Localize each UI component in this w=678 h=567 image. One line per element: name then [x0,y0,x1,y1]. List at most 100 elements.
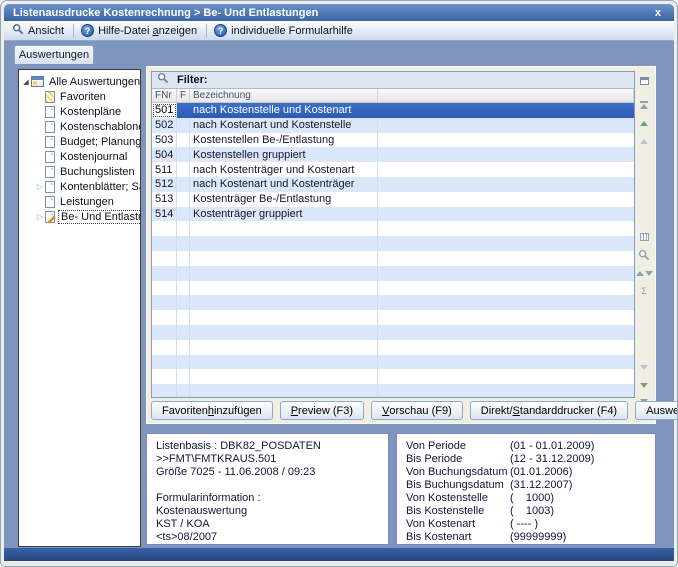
table-row[interactable]: 503Kostenstellen Be-/Entlastung [152,133,634,148]
cell-f [177,340,190,355]
tree-item-alle-auswertungen[interactable]: ◢Alle Auswertungen [21,74,138,89]
cell-bezeichnung [190,340,378,355]
table-row-empty[interactable] [152,310,634,325]
criteria-row: Bis Buchungsdatum(31.12.2007) [406,479,646,492]
criteria-row: Von Kostenart( ---- ) [406,518,646,531]
cell-bezeichnung [190,369,378,384]
cell-empty [378,207,634,222]
vorschau-f9-button[interactable]: Vorschau (F9) [371,401,463,420]
tab-auswertungen[interactable]: Auswertungen [14,45,94,64]
cell-f [177,355,190,370]
table-row-empty[interactable] [152,369,634,384]
column-header-bezeichnung[interactable]: Bezeichnung [190,89,378,102]
sum-icon[interactable]: Σ [638,285,651,297]
form-info-panel: Listenbasis : DBK82_POSDATEN>>FMT\FMTKRA… [146,433,389,545]
tree-item-favoriten[interactable]: Favoriten [21,89,138,104]
tree-item-kostenschablonen[interactable]: Kostenschablonen [21,119,138,134]
restore-window-icon[interactable] [638,75,651,87]
table-row-empty[interactable] [152,325,634,340]
cell-fnr: 512 [152,177,177,192]
auswertung-drucken-button[interactable]: Auswertung drucken [635,401,678,420]
toolbar-individuelle-formularhilfe[interactable]: ?individuelle Formularhilfe [210,23,359,38]
close-button[interactable]: x [651,7,665,19]
direkt-standarddrucker-f4-button[interactable]: Direkt/Standarddrucker (F4) [470,401,628,420]
cell-empty [378,310,634,325]
titlebar: Listenausdrucke Kostenrechnung > Be- Und… [4,4,674,21]
button-row: Favoriten hinzufügen Preview (F3) Vorschau… [151,401,678,420]
favoriten-hinzuf-gen-button[interactable]: Favoriten hinzufügen [151,401,273,420]
tree-expander-collapsed-icon[interactable]: ▷ [35,212,45,221]
scroll-top-icon[interactable] [638,99,651,111]
cell-empty [378,162,634,177]
criteria-label: Bis Kostenart [406,531,510,544]
selection-criteria-panel: Von Periode(01 - 01.01.2009)Bis Periode(… [396,433,656,545]
cell-empty [378,236,634,251]
criteria-label: Bis Buchungsdatum [406,479,510,492]
cell-empty [378,133,634,148]
table-row-empty[interactable] [152,340,634,355]
cell-f [177,325,190,340]
tree-item-kostenpl-ne[interactable]: Kostenpläne [21,104,138,119]
table-row-empty[interactable] [152,236,634,251]
column-header-f[interactable]: F [177,89,190,102]
table-body: 501nach Kostenstelle und Kostenart502nac… [152,103,634,398]
tree-expander-expanded-icon[interactable]: ◢ [21,78,31,86]
table-row-empty[interactable] [152,221,634,236]
table-row-empty[interactable] [152,384,634,398]
tree-item-budget-planung-prognose[interactable]: Budget; Planung; Prognose [21,134,138,149]
criteria-value: (01 - 01.01.2009) [510,440,594,453]
column-header-fnr[interactable]: FNr [152,89,177,102]
tree-expander-collapsed-icon[interactable]: ▷ [35,182,45,191]
toolbar-ansicht[interactable]: Ansicht [8,22,70,39]
table-row[interactable]: 511nach Kostenträger und Kostenart [152,162,634,177]
table-row-empty[interactable] [152,281,634,296]
cell-f [177,162,190,177]
preview-f3-button[interactable]: Preview (F3) [280,401,364,420]
tree-item-kostenjournal[interactable]: Kostenjournal [21,149,138,164]
preview-icon [12,23,24,38]
cell-bezeichnung: Kostenstellen Be-/Entlastung [190,133,378,148]
criteria-label: Bis Periode [406,453,510,466]
toolbar-hilfe-datei-anzeigen[interactable]: ?Hilfe-Datei anzeigen [77,23,203,38]
table-row[interactable]: 512nach Kostenart und Kostenträger [152,177,634,192]
scroll-pageup-icon[interactable] [638,117,651,129]
cell-fnr: 501 [152,103,177,118]
tree-item-label: Leistungen [58,196,116,208]
cell-fnr [152,310,177,325]
page-icon [45,196,55,208]
table-row[interactable]: 501nach Kostenstelle und Kostenart [152,103,634,118]
scroll-pagedown-icon[interactable] [638,379,651,391]
tree-item-leistungen[interactable]: Leistungen [21,194,138,209]
scroll-up-icon[interactable] [638,135,651,147]
table-row[interactable]: 514Kostenträger gruppiert [152,207,634,222]
tree-item-label: Be- Und Entlastungen [58,210,141,224]
columns-icon[interactable] [638,231,651,243]
filter-icon[interactable] [157,71,169,89]
tree-item-buchungslisten[interactable]: Buchungslisten [21,164,138,179]
criteria-value: ( 1003) [510,505,554,518]
table-row[interactable]: 504Kostenstellen gruppiert [152,147,634,162]
table-row[interactable]: 502nach Kostenart und Kostenstelle [152,118,634,133]
sort-icon[interactable] [638,267,651,279]
criteria-row: Von Leistungsart( ---- ) [406,544,646,545]
cell-empty [378,266,634,281]
cell-empty [378,147,634,162]
table-row-empty[interactable] [152,295,634,310]
table-row-empty[interactable] [152,355,634,370]
cell-f [177,133,190,148]
cell-f [177,281,190,296]
info-line: Formularinformation : [156,492,379,505]
tree-item-label: Kostenschablonen [58,121,141,133]
cell-fnr [152,295,177,310]
cell-bezeichnung [190,266,378,281]
tree-item-be-und-entlastungen[interactable]: ▷ Be- Und Entlastungen [21,209,138,224]
search-icon[interactable] [638,249,651,261]
scroll-down-icon[interactable] [638,361,651,373]
favorites-icon [45,91,55,103]
tree-item-kontenbl-tter-saldenlisten[interactable]: ▷Kontenblätter; Saldenlisten [21,179,138,194]
table-row[interactable]: 513Kostenträger Be-/Entlastung [152,192,634,207]
cell-bezeichnung [190,295,378,310]
table-row-empty[interactable] [152,266,634,281]
cell-f [177,236,190,251]
table-row-empty[interactable] [152,251,634,266]
